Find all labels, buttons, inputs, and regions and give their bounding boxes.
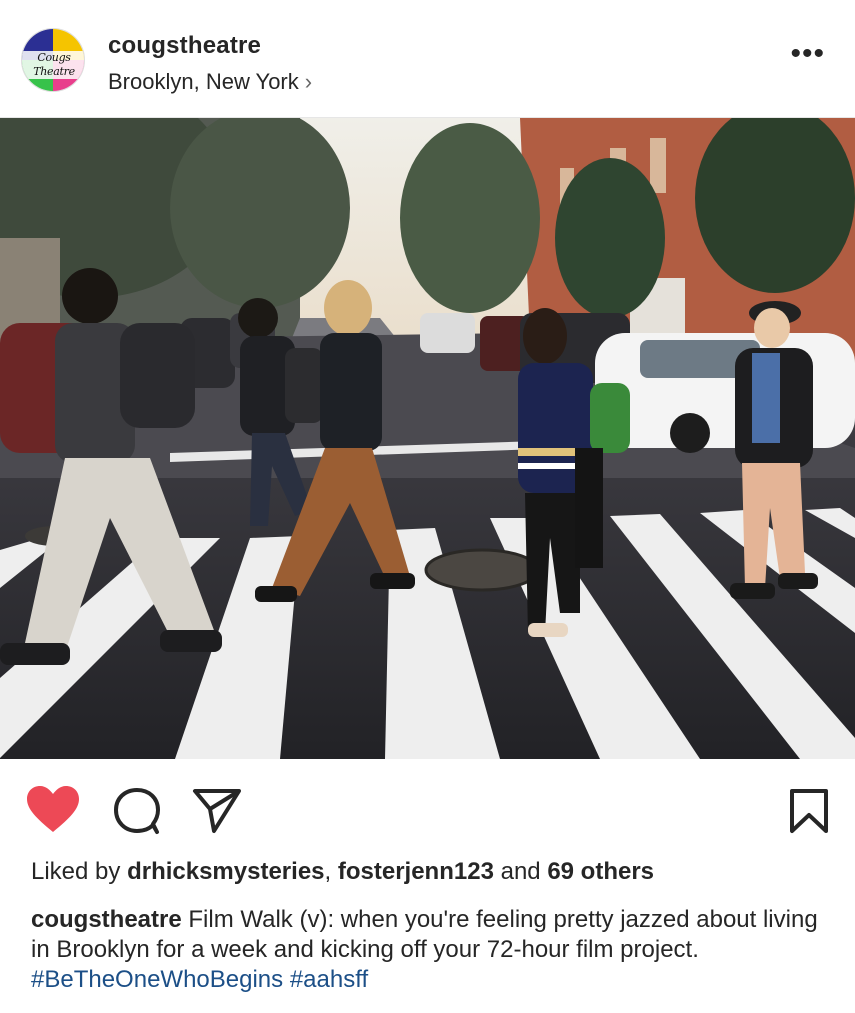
heart-icon[interactable]: [26, 786, 80, 839]
likes-others-count[interactable]: 69 others: [547, 858, 654, 885]
more-options-icon[interactable]: •••: [790, 39, 825, 69]
action-bar: [0, 760, 855, 850]
post-location[interactable]: Brooklyn, New York ›: [108, 69, 312, 95]
likes-summary[interactable]: Liked by drhicksmysteries, fosterjenn123…: [31, 858, 654, 886]
bookmark-icon[interactable]: [789, 788, 829, 839]
post-caption: cougstheatre Film Walk (v): when you're …: [31, 905, 831, 995]
hashtag-link[interactable]: #BeTheOneWhoBegins: [31, 966, 283, 993]
comment-icon[interactable]: [113, 787, 161, 840]
hashtag-link[interactable]: #aahsff: [290, 966, 368, 993]
avatar[interactable]: Cougs Theatre: [21, 28, 85, 92]
post-username[interactable]: cougstheatre: [108, 32, 261, 60]
likes-prefix: Liked by: [31, 858, 121, 885]
location-label: Brooklyn, New York: [108, 69, 299, 94]
street-scene-illustration: [0, 118, 855, 759]
post-header: Cougs Theatre cougstheatre Brooklyn, New…: [0, 0, 855, 118]
likes-separator: ,: [324, 858, 332, 885]
liked-user-2[interactable]: fosterjenn123: [338, 858, 494, 885]
liked-user-1[interactable]: drhicksmysteries: [127, 858, 324, 885]
avatar-logo-text: Cougs Theatre: [22, 51, 84, 79]
share-icon[interactable]: [192, 787, 242, 840]
likes-and: and: [500, 858, 541, 885]
caption-username[interactable]: cougstheatre: [31, 906, 182, 933]
location-chevron-icon: ›: [304, 69, 313, 94]
post-photo[interactable]: [0, 118, 855, 759]
